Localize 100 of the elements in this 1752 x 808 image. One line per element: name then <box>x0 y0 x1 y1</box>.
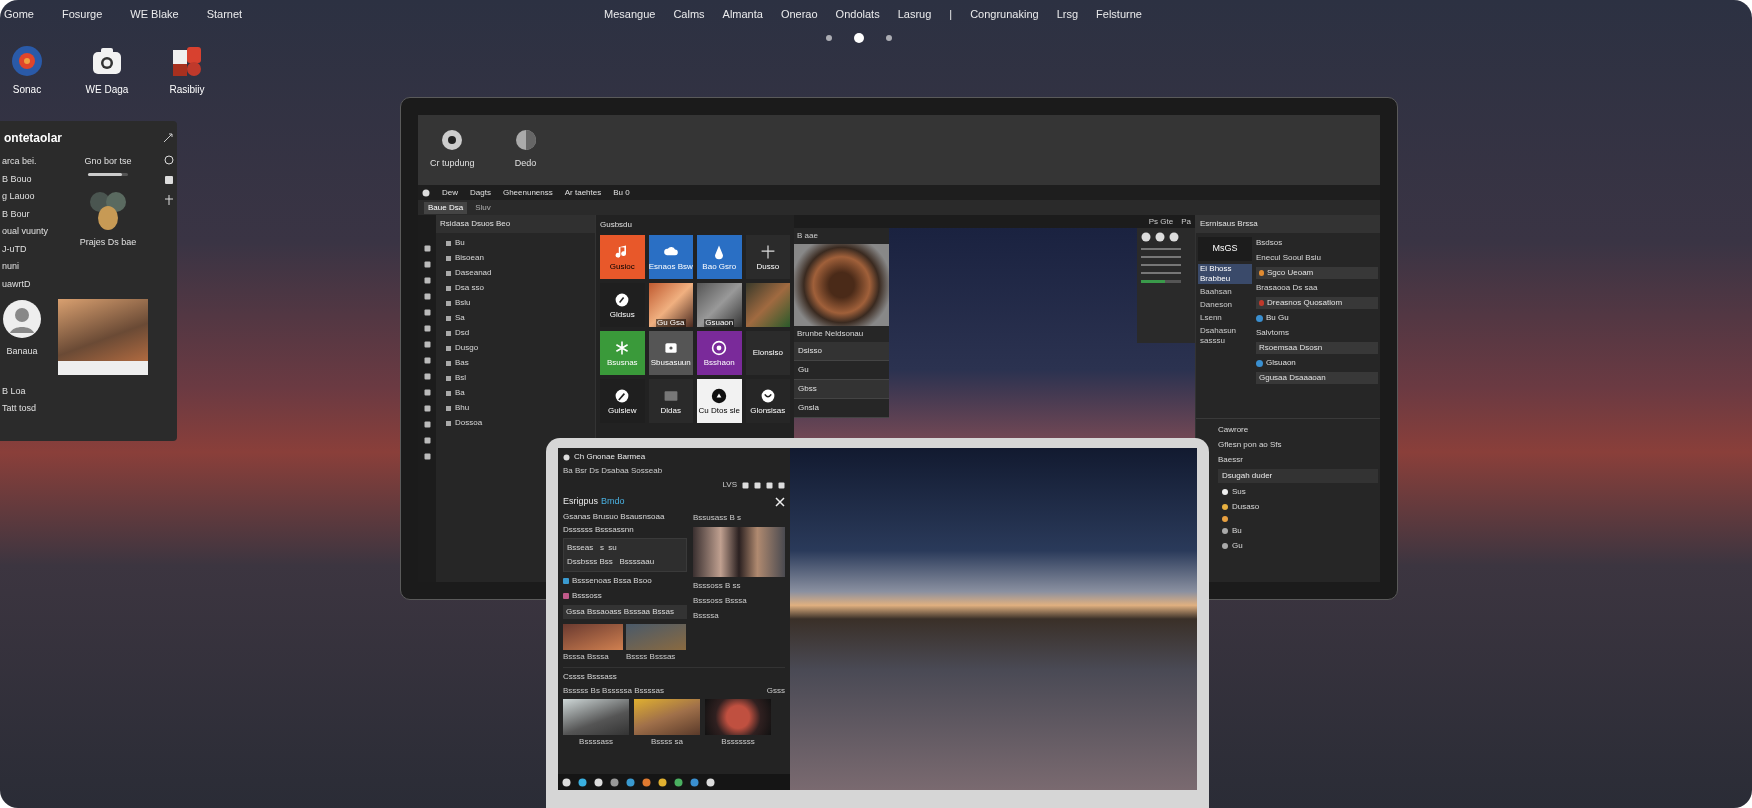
menu-item[interactable]: Lasrug <box>897 6 932 23</box>
tab[interactable]: Sluv <box>471 201 495 214</box>
list-item[interactable]: Gbss <box>794 380 889 399</box>
photo-tile[interactable]: Gu Gsa <box>648 283 693 327</box>
input-field[interactable]: Ggusaa Dsaaaoan <box>1256 372 1378 384</box>
list-item[interactable]: Gflesn pon ao Sfs <box>1218 439 1378 451</box>
app-tile[interactable]: Dusso <box>745 235 790 279</box>
list-item[interactable]: Lsenn <box>1198 313 1252 323</box>
menu-item[interactable]: Bu 0 <box>613 186 630 199</box>
list-item[interactable]: B Loa <box>2 385 175 399</box>
menu-item[interactable]: Ondolats <box>835 6 880 23</box>
list-item[interactable]: Ei Bhoss Brabbeu <box>1198 264 1252 284</box>
list-item[interactable]: Tatt tosd <box>2 401 175 415</box>
tool-icon[interactable] <box>423 453 431 460</box>
tool-icon[interactable] <box>423 293 431 300</box>
menu-item[interactable]: Felsturne <box>1096 6 1142 23</box>
dot-icon[interactable] <box>1141 232 1151 242</box>
list-item[interactable]: Gnsla <box>794 399 889 418</box>
tree-item[interactable]: Dsa sso <box>455 282 484 294</box>
tree-item[interactable]: Ba <box>455 387 465 399</box>
tool-icon[interactable] <box>423 341 431 348</box>
list-item[interactable]: Dsahasun sasssu <box>1198 326 1252 346</box>
app-tile[interactable]: Glonsisas <box>745 379 790 423</box>
tool-icon[interactable] <box>164 195 174 205</box>
menu-item[interactable]: Onerao <box>780 6 818 23</box>
list-item[interactable]: arca bei. <box>2 155 62 169</box>
app-tile[interactable]: Esnaos Bsw <box>648 235 693 279</box>
dot-icon[interactable] <box>1169 232 1179 242</box>
menu-item[interactable]: Calms <box>673 6 705 23</box>
dot-icon[interactable] <box>1155 232 1165 242</box>
tool-icon[interactable] <box>423 261 431 268</box>
app-icon[interactable] <box>441 129 464 151</box>
photo-tile[interactable]: Gsuaon <box>697 283 742 327</box>
app-tile[interactable]: Cu Dtos sle <box>697 379 742 423</box>
tree-item[interactable]: Bu <box>455 237 465 249</box>
tree-item[interactable]: Bisoean <box>455 252 484 264</box>
toolbar-item[interactable]: Ps Gte <box>1148 215 1174 228</box>
menu-item[interactable]: Dagts <box>470 186 491 199</box>
list-item[interactable]: nuni <box>2 260 62 274</box>
list-item[interactable]: Baessr <box>1218 454 1378 466</box>
tool-icon[interactable] <box>423 325 431 332</box>
menu-item[interactable]: Congrunaking <box>970 6 1039 23</box>
list-item[interactable]: Dsisso <box>794 342 889 361</box>
menu-item[interactable]: Dew <box>442 186 458 199</box>
tree-item[interactable]: Bas <box>455 357 469 369</box>
menu-item[interactable]: WE Blake <box>130 6 179 23</box>
menu-item[interactable]: Ar taehtes <box>564 186 602 199</box>
list-item[interactable]: uawrtD <box>2 277 62 291</box>
tree-item[interactable]: Dusgo <box>455 342 479 354</box>
tree-item[interactable]: Dossoa <box>455 417 483 429</box>
input-field[interactable]: Sgco Ueoam <box>1256 267 1378 279</box>
menu-item[interactable]: Almanta <box>722 6 763 23</box>
close-icon[interactable] <box>775 496 785 507</box>
list-item[interactable]: g Lauoo <box>2 190 62 204</box>
list-item[interactable]: Cawrore <box>1218 424 1378 436</box>
list-item[interactable]: J-uTD <box>2 242 62 256</box>
tool-icon[interactable] <box>423 437 431 444</box>
list-item[interactable]: Daneson <box>1198 300 1252 310</box>
tool-icon[interactable] <box>423 277 431 284</box>
list-item[interactable]: oual vuunty <box>2 225 62 239</box>
menu-item[interactable]: Gome <box>4 6 34 23</box>
tool-icon[interactable] <box>423 405 431 412</box>
toolbar-item[interactable]: Pa <box>1181 215 1191 228</box>
input-field[interactable]: Dreasnos Quosatiom <box>1256 297 1378 309</box>
tab[interactable]: Baue Dsa <box>424 201 468 214</box>
app-tile[interactable]: Gusioc <box>600 235 645 279</box>
app-tile[interactable]: Elonsiso <box>745 331 790 375</box>
link[interactable]: Bmdo <box>601 495 625 509</box>
list-item[interactable]: Bsssoss <box>572 589 602 602</box>
menu-item[interactable]: Fosurge <box>61 6 103 23</box>
tree-item[interactable]: Bslu <box>455 297 471 309</box>
expand-icon[interactable] <box>163 133 173 143</box>
list-item[interactable]: B Bouo <box>2 172 62 186</box>
menu-item[interactable]: | <box>949 6 953 23</box>
tool-icon[interactable] <box>423 421 431 428</box>
tool-icon[interactable] <box>423 309 431 316</box>
input-field[interactable]: Gssa Bssaoass Bsssaa Bssas <box>563 604 687 619</box>
menu-item[interactable]: Starnet <box>206 6 243 23</box>
app-tile[interactable]: Bao Gsro <box>697 235 742 279</box>
app-icon[interactable] <box>10 44 44 78</box>
tree-item[interactable]: Daseanad <box>455 267 492 279</box>
menu-item[interactable]: Gheenunenss <box>502 186 553 199</box>
app-tile[interactable]: Sbusasuun <box>648 331 693 375</box>
tool-icon[interactable] <box>423 245 431 252</box>
list-item[interactable]: B Bour <box>2 207 62 221</box>
tool-icon[interactable] <box>423 357 431 364</box>
app-tile[interactable]: Dldas <box>648 379 693 423</box>
tree-item[interactable]: Bsl <box>455 372 467 384</box>
menu-item[interactable]: Mesangue <box>604 6 656 23</box>
app-icon[interactable] <box>170 44 204 78</box>
app-tile[interactable]: Bsusnas <box>600 331 645 375</box>
tree-item[interactable]: Dsd <box>455 327 470 339</box>
list-item[interactable]: Dsugah duder <box>1218 469 1378 483</box>
tree-item[interactable]: Bhu <box>455 402 470 414</box>
tool-icon[interactable] <box>423 373 431 380</box>
photo-tile[interactable] <box>745 283 790 327</box>
app-tile[interactable]: Bsshaon <box>697 331 742 375</box>
input-field[interactable]: Rsoemsaa Dsosn <box>1256 342 1378 354</box>
list-item[interactable]: Baahsan <box>1198 287 1252 297</box>
tree-item[interactable]: Sa <box>455 312 465 324</box>
